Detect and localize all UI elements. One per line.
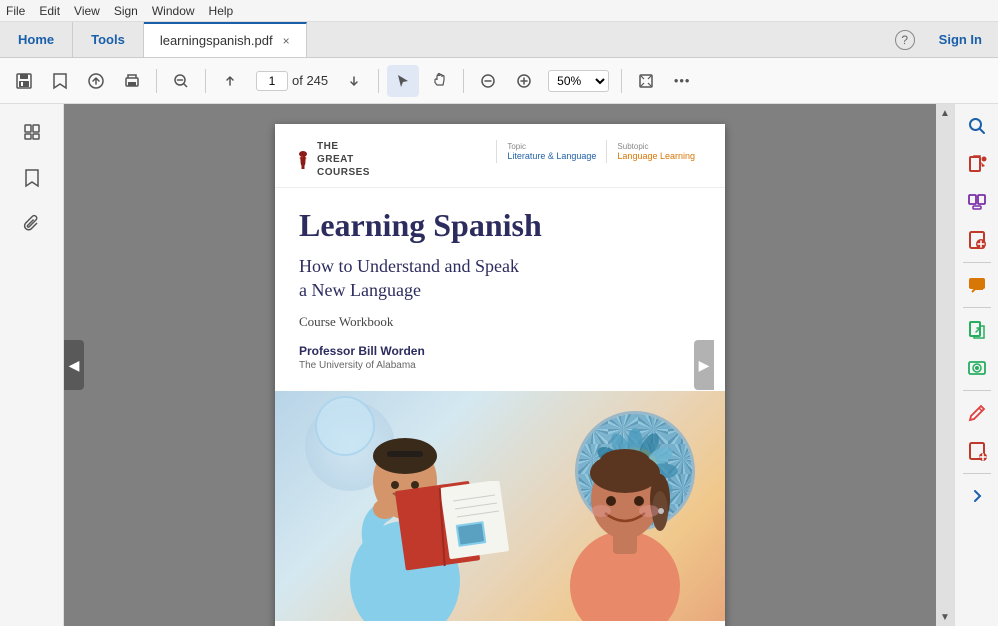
menu-edit[interactable]: Edit bbox=[39, 4, 60, 18]
zoom-in-button[interactable] bbox=[508, 65, 540, 97]
draw-tool-button[interactable] bbox=[959, 395, 995, 431]
collapse-right-panel-button[interactable] bbox=[959, 478, 995, 514]
attachment-panel-button[interactable] bbox=[12, 204, 52, 244]
subtopic-column: Subtopic Language Learning bbox=[606, 140, 705, 163]
pdf-subtitle: How to Understand and Speaka New Languag… bbox=[299, 255, 701, 302]
pdf-page: THE GREAT COURSES Topic Literature & Lan… bbox=[275, 124, 725, 626]
pdf-page-header: THE GREAT COURSES Topic Literature & Lan… bbox=[275, 124, 725, 188]
zoom-out-button[interactable] bbox=[472, 65, 504, 97]
pdf-university-name: The University of Alabama bbox=[299, 360, 701, 371]
left-panel-collapse[interactable]: ◀ bbox=[64, 340, 84, 390]
toolbar-separator-4 bbox=[463, 69, 464, 93]
right-tools-separator-1 bbox=[963, 262, 991, 263]
tab-home[interactable]: Home bbox=[0, 22, 73, 57]
torch-icon bbox=[295, 149, 311, 171]
page-navigation: of 245 bbox=[256, 71, 328, 91]
tab-tools[interactable]: Tools bbox=[73, 22, 144, 57]
pdf-viewing-area[interactable]: ◀ THE GREAT CO bbox=[64, 104, 936, 626]
pdf-cover-image bbox=[275, 391, 725, 621]
great-courses-logo: THE GREAT COURSES bbox=[295, 140, 370, 179]
page-total-label: of 245 bbox=[292, 73, 328, 88]
zoom-selector: 50% 75% 100% 150% bbox=[548, 70, 609, 92]
right-arrow-icon: ▶ bbox=[699, 357, 710, 374]
bookmark-button[interactable] bbox=[44, 65, 76, 97]
pdf-tools-button[interactable] bbox=[959, 433, 995, 469]
export-pdf-button[interactable] bbox=[959, 312, 995, 348]
right-tools-separator-4 bbox=[963, 473, 991, 474]
pdf-professor-name: Professor Bill Worden bbox=[299, 344, 701, 358]
topic-column: Topic Literature & Language bbox=[496, 140, 606, 163]
print-button[interactable] bbox=[116, 65, 148, 97]
menu-sign[interactable]: Sign bbox=[114, 4, 138, 18]
create-pdf-button[interactable] bbox=[959, 222, 995, 258]
save-button[interactable] bbox=[8, 65, 40, 97]
search-tool-button[interactable] bbox=[959, 108, 995, 144]
scroll-up-button[interactable]: ▲ bbox=[936, 104, 954, 122]
cursor-tool-button[interactable] bbox=[387, 65, 419, 97]
main-area: ◀ THE GREAT CO bbox=[0, 104, 998, 626]
logo-text: THE GREAT COURSES bbox=[317, 140, 370, 179]
bookmark-panel-button[interactable] bbox=[12, 158, 52, 198]
right-tools-separator-2 bbox=[963, 307, 991, 308]
upload-button[interactable] bbox=[80, 65, 112, 97]
right-tools-separator-3 bbox=[963, 390, 991, 391]
pdf-page-content: Learning Spanish How to Understand and S… bbox=[275, 188, 725, 391]
tab-close-button[interactable]: × bbox=[283, 34, 290, 48]
toolbar-separator-3 bbox=[378, 69, 379, 93]
scroll-down-button[interactable]: ▼ bbox=[936, 608, 954, 626]
comment-tool-button[interactable] bbox=[959, 267, 995, 303]
vertical-scrollbar[interactable]: ▲ ▼ bbox=[936, 104, 954, 626]
tab-help-button[interactable]: ? bbox=[887, 22, 923, 57]
left-arrow-icon: ◀ bbox=[69, 357, 80, 374]
right-panel-collapse[interactable]: ▶ bbox=[694, 340, 714, 390]
left-sidebar bbox=[0, 104, 64, 626]
more-options-button[interactable]: ••• bbox=[666, 65, 698, 97]
person-right-svg bbox=[545, 411, 705, 621]
right-tools-panel bbox=[954, 104, 998, 626]
hand-tool-button[interactable] bbox=[423, 65, 455, 97]
topic-area: Topic Literature & Language Subtopic Lan… bbox=[496, 140, 705, 163]
menu-view[interactable]: View bbox=[74, 4, 100, 18]
page-number-input[interactable] bbox=[256, 71, 288, 91]
organize-pages-button[interactable] bbox=[959, 184, 995, 220]
edit-pdf-button[interactable] bbox=[959, 146, 995, 182]
tab-file-active[interactable]: learningspanish.pdf × bbox=[144, 22, 307, 57]
prev-page-button[interactable] bbox=[214, 65, 246, 97]
pages-thumbnail-button[interactable] bbox=[12, 112, 52, 152]
tab-spacer bbox=[307, 22, 887, 57]
zoom-select-input[interactable]: 50% 75% 100% 150% bbox=[548, 70, 609, 92]
toolbar-separator-2 bbox=[205, 69, 206, 93]
menu-bar: File Edit View Sign Window Help bbox=[0, 0, 998, 22]
toolbar-separator-1 bbox=[156, 69, 157, 93]
toolbar-separator-5 bbox=[621, 69, 622, 93]
toolbar: of 245 50% 75% 100% 150% ••• bbox=[0, 58, 998, 104]
help-circle-icon: ? bbox=[895, 30, 915, 50]
signin-button[interactable]: Sign In bbox=[923, 22, 998, 57]
tab-bar: Home Tools learningspanish.pdf × ? Sign … bbox=[0, 22, 998, 58]
menu-help[interactable]: Help bbox=[209, 4, 234, 18]
pdf-workbook-label: Course Workbook bbox=[299, 314, 701, 330]
fit-page-button[interactable] bbox=[630, 65, 662, 97]
zoom-out-toolbar-button[interactable] bbox=[165, 65, 197, 97]
menu-file[interactable]: File bbox=[6, 4, 25, 18]
scan-tool-button[interactable] bbox=[959, 350, 995, 386]
pdf-main-title: Learning Spanish bbox=[299, 208, 701, 243]
next-page-button[interactable] bbox=[338, 65, 370, 97]
book-svg bbox=[395, 481, 515, 571]
menu-window[interactable]: Window bbox=[152, 4, 195, 18]
